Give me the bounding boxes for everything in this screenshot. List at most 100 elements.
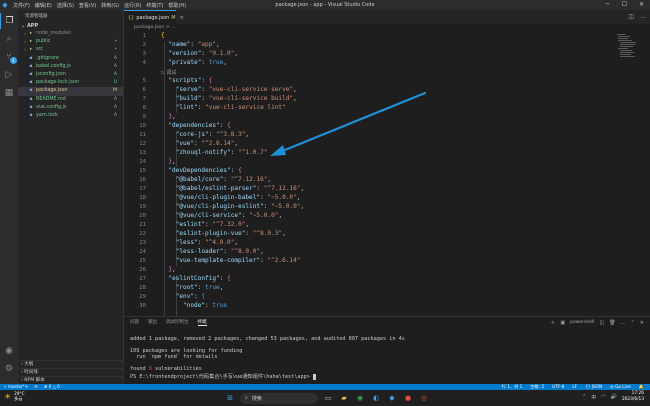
account-icon[interactable]: ◉ xyxy=(0,343,18,359)
file-tree-item[interactable]: › ▸ src • xyxy=(18,46,123,54)
file-tree-item[interactable]: ▪ vue.config.js A xyxy=(18,104,123,112)
timeline-panel[interactable]: › 时间线 xyxy=(18,368,123,376)
shell-label[interactable]: powershell xyxy=(570,320,594,325)
netease-music-icon[interactable]: ◎ xyxy=(418,392,430,404)
taskbar-center: ⊞ ⌕ 搜索 ▭ ▰ ◉ ◐ ◆ ● ◎ xyxy=(224,392,430,404)
more-actions-icon[interactable]: … xyxy=(640,13,646,20)
activity-bar: ❐ ⌕ ⑂ 1 ▷ ▦ ◉ ⚙ xyxy=(0,10,18,384)
kill-terminal-icon[interactable]: 🗑 xyxy=(609,320,615,326)
windows-taskbar: ☀ 29°C 多云 ⊞ ⌕ 搜索 ▭ ▰ ◉ ◐ ◆ ● ◎ ⌃ 中 ◠ 🔊 17… xyxy=(0,390,650,406)
taskbar-search[interactable]: ⌕ 搜索 xyxy=(240,392,318,404)
tab-modified-status: M xyxy=(171,14,176,21)
clock[interactable]: 17:26 2023/6/13 xyxy=(622,391,644,403)
file-tree-label: package.json xyxy=(36,88,68,94)
git-status: • xyxy=(114,39,117,45)
breadcrumb[interactable]: package.json > ... xyxy=(124,24,175,32)
split-editor-icon[interactable]: ◫ xyxy=(628,13,634,20)
search-label: 搜索 xyxy=(251,395,262,402)
new-terminal-icon[interactable]: ＋ xyxy=(550,319,555,326)
explorer-icon[interactable]: ❐ xyxy=(0,13,18,29)
settings-gear-icon[interactable]: ⚙ xyxy=(0,361,18,377)
menu-view[interactable]: 查看(V) xyxy=(79,2,96,9)
folder-icon: ▸ xyxy=(29,31,33,36)
source-control-icon[interactable]: ⑂ 1 xyxy=(0,49,18,65)
file-tree-label: README.md xyxy=(36,96,66,102)
file-tree-label: node_modules xyxy=(36,31,71,36)
weather-condition: 多云 xyxy=(14,396,23,401)
file-tree-item[interactable]: ▪ package.json M xyxy=(18,87,123,96)
vscode-taskbar-icon[interactable]: ◆ xyxy=(386,392,398,404)
vscode-logo-icon: ◆ xyxy=(2,1,8,9)
minimap[interactable] xyxy=(614,32,644,62)
debug-codelens[interactable]: ▷ 调试 xyxy=(161,69,176,76)
date: 2023/6/13 xyxy=(621,397,644,402)
split-terminal-icon[interactable]: ◫ xyxy=(600,320,605,326)
file-tree-item[interactable]: ▪ babel.config.js A xyxy=(18,63,123,71)
menu-go[interactable]: 转到(G) xyxy=(101,2,119,9)
input-language[interactable]: 中 xyxy=(591,394,596,401)
file-icon: ▪ xyxy=(29,55,33,61)
menu-run[interactable]: 运行(R) xyxy=(124,2,141,9)
file-tree: › ▸ node_modules › ▸ public • › ▸ src • ▪ .gitignore… xyxy=(18,30,123,120)
file-tree-item[interactable]: ▪ yarn.lock A xyxy=(18,112,123,120)
tray-chevron-icon[interactable]: ⌃ xyxy=(582,394,586,400)
menu-terminal[interactable]: 终端(T) xyxy=(146,2,163,9)
panel-tools: ＋ ▣ powershell ◫ 🗑 … ⌃ ✕ xyxy=(550,319,644,327)
workspace-root-label: APP xyxy=(26,23,39,29)
minimize-icon[interactable]: ─ xyxy=(599,0,616,10)
menu-file[interactable]: 文件(F) xyxy=(13,2,30,9)
menu-selection[interactable]: 选择(S) xyxy=(57,2,74,9)
terminal-line: found 9 vulnerabilities xyxy=(130,366,202,372)
menu-help[interactable]: 帮助(H) xyxy=(168,2,186,9)
file-tree-item[interactable]: ▪ .gitignore A xyxy=(18,55,123,63)
app-icon[interactable]: ● xyxy=(402,392,414,404)
npm-scripts-panel[interactable]: › NPM 脚本 xyxy=(18,376,123,384)
file-icon: ▪ xyxy=(29,80,33,86)
tab-label: package.json xyxy=(136,14,170,21)
tab-problems[interactable]: 问题 xyxy=(130,319,139,326)
panel-tabs: 问题 输出 调试控制台 终端 xyxy=(130,319,207,326)
file-tree-item[interactable]: ▪ package-lock.json U xyxy=(18,79,123,87)
file-tree-label: src xyxy=(36,47,44,53)
terminal-prompt[interactable]: PS E:\frontendproject\代码集合\手写vue通知组件\hah… xyxy=(130,373,317,380)
code-editor[interactable]: 1{ 2 "name": "app", 3 "version": "0.1.0"… xyxy=(124,32,614,335)
file-tree-item[interactable]: › ▸ public • xyxy=(18,38,123,46)
file-tree-label: vue.config.js xyxy=(36,104,67,110)
task-view-icon[interactable]: ▭ xyxy=(322,392,334,404)
explorer-sidebar: 资源管理器 ⌄ APP › ▸ node_modules › ▸ public • › ▸ src… xyxy=(18,10,124,384)
terminal-shell-icon: ▣ xyxy=(560,319,566,326)
start-menu-icon[interactable]: ⊞ xyxy=(224,392,236,404)
git-status: A xyxy=(113,71,117,77)
more-icon[interactable]: … xyxy=(621,320,626,326)
tab-close-icon[interactable]: ✕ xyxy=(180,15,184,21)
outline-panel[interactable]: › 大纲 xyxy=(18,360,123,368)
close-icon[interactable]: ✕ xyxy=(633,0,650,10)
tab-debug-console[interactable]: 调试控制台 xyxy=(166,319,189,326)
tab-terminal[interactable]: 终端 xyxy=(197,319,207,326)
git-status: A xyxy=(113,96,117,102)
search-icon[interactable]: ⌕ xyxy=(0,31,18,47)
workspace-root[interactable]: ⌄ APP xyxy=(18,22,123,30)
file-icon: ▪ xyxy=(29,112,33,118)
tab-package-json[interactable]: {} package.json M ✕ xyxy=(124,10,184,24)
file-tree-item[interactable]: ▪ README.md A xyxy=(18,96,123,104)
tab-output[interactable]: 输出 xyxy=(148,319,157,326)
volume-icon[interactable]: 🔊 xyxy=(611,394,617,400)
folder-icon: ▸ xyxy=(29,39,33,45)
maximize-panel-icon[interactable]: ⌃ xyxy=(631,320,635,326)
chrome-icon[interactable]: ◉ xyxy=(354,392,366,404)
maximize-icon[interactable]: ☐ xyxy=(616,0,633,10)
extensions-icon[interactable]: ▦ xyxy=(0,85,18,101)
close-panel-icon[interactable]: ✕ xyxy=(640,320,644,326)
file-icon: ▪ xyxy=(29,88,33,94)
menu-edit[interactable]: 编辑(E) xyxy=(35,2,52,9)
wifi-icon[interactable]: ◠ xyxy=(601,394,605,400)
run-debug-icon[interactable]: ▷ xyxy=(0,67,18,83)
weather-widget[interactable]: ☀ 29°C 多云 xyxy=(4,391,25,401)
file-explorer-icon[interactable]: ▰ xyxy=(338,392,350,404)
editor-actions: ◫ … xyxy=(628,13,646,20)
git-status: M xyxy=(113,88,117,94)
edge-icon[interactable]: ◐ xyxy=(370,392,382,404)
file-tree-item[interactable]: › ▸ node_modules xyxy=(18,30,123,38)
file-tree-item[interactable]: ▪ jsconfig.json A xyxy=(18,71,123,79)
